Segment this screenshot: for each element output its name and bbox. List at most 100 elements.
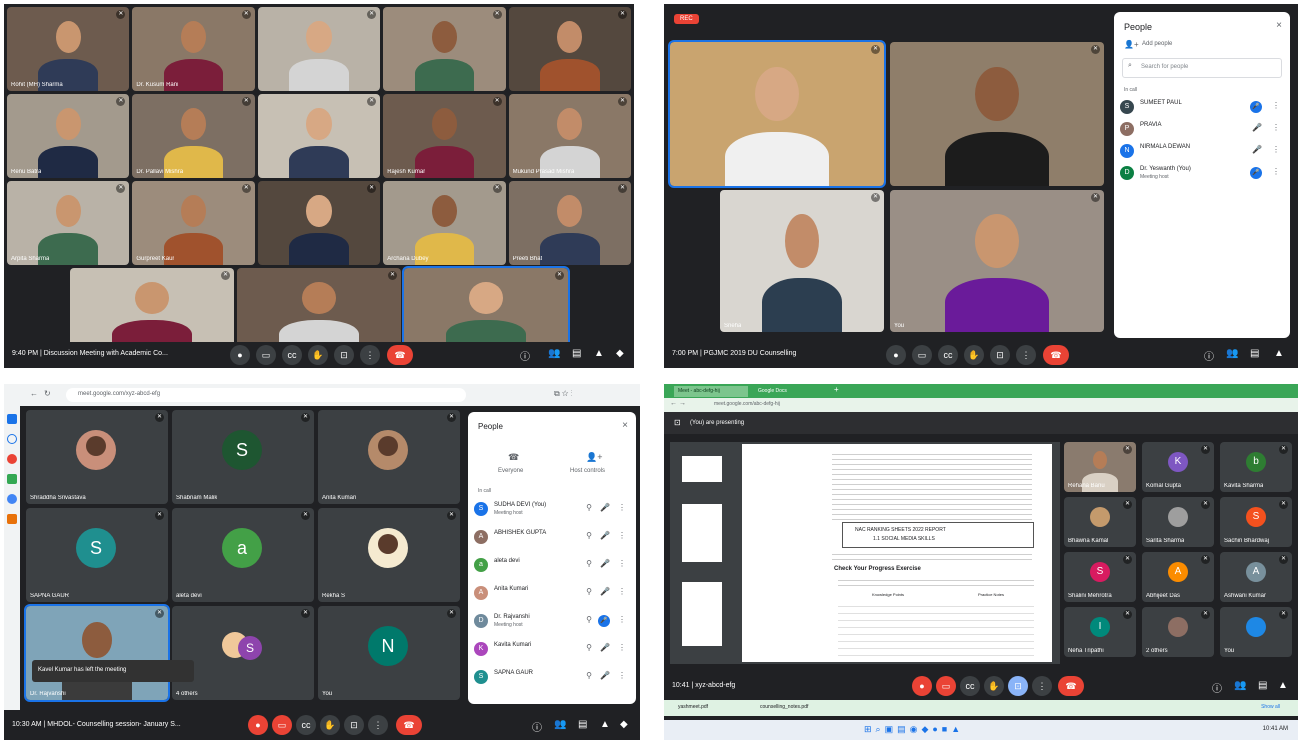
camera-button[interactable]: ▭: [256, 345, 276, 365]
participant-tile[interactable]: ✕Ira Arjun: [70, 268, 234, 352]
sidebar-app-icon[interactable]: [7, 454, 17, 464]
participant-tile[interactable]: ✕: [257, 7, 381, 91]
more-options-icon[interactable]: ⋮: [618, 643, 626, 652]
everyone-tab[interactable]: Everyone: [498, 468, 523, 474]
participant-tile[interactable]: ✕: [257, 181, 381, 265]
people-icon[interactable]: 👥: [1234, 680, 1246, 691]
camera-button[interactable]: ▭: [936, 676, 956, 696]
mic-icon[interactable]: 🎤: [1252, 123, 1262, 132]
info-icon[interactable]: ⓘ: [532, 719, 542, 734]
add-people-label[interactable]: Add people: [1142, 41, 1172, 47]
mic-icon[interactable]: 🎤: [1252, 145, 1262, 154]
participant-tile[interactable]: K ✕ Komal Gupta: [1142, 442, 1214, 492]
people-list-row[interactable]: K Kavita Kumari ⚲ 🎤 ⋮: [474, 640, 630, 660]
taskbar-icons[interactable]: ⊞⌕▣▤◉◆●■▲: [864, 724, 964, 735]
participant-tile[interactable]: ✕ Rohit (MH) Sharma: [7, 7, 130, 91]
participant-tile[interactable]: S ✕ Shalini Mehrotra: [1064, 552, 1136, 602]
people-list-row[interactable]: P PRAVIA 🎤 ⋮: [1120, 120, 1284, 140]
participant-tile[interactable]: S ✕ 4 others: [172, 606, 314, 700]
more-options-icon[interactable]: ⋮: [1272, 167, 1280, 176]
browser-tab[interactable]: Google Docs: [754, 386, 828, 397]
more-options-icon[interactable]: ⋮: [1272, 101, 1280, 110]
activities-icon[interactable]: ▲: [594, 348, 604, 359]
present-button[interactable]: ⊡: [1008, 676, 1028, 696]
participant-tile[interactable]: a ✕ aleta devi: [172, 508, 314, 602]
pin-icon[interactable]: ⚲: [586, 671, 592, 680]
people-list-row[interactable]: a aleta devi ⚲ 🎤 ⋮: [474, 556, 630, 576]
participant-tile[interactable]: ✕ Renu Batra: [7, 94, 130, 178]
participant-tile[interactable]: ✕: [890, 42, 1104, 186]
participant-tile[interactable]: ✕: [508, 7, 631, 91]
people-icon[interactable]: 👥: [1226, 348, 1238, 359]
more-options-icon[interactable]: ⋮: [1272, 123, 1280, 132]
show-all-button[interactable]: Show all: [1261, 704, 1280, 710]
add-people-icon[interactable]: 👤+: [1124, 40, 1139, 49]
end-call-button[interactable]: ☎: [1058, 676, 1084, 696]
camera-button[interactable]: ▭: [272, 715, 292, 735]
pin-icon[interactable]: ⚲: [586, 643, 592, 652]
mic-icon[interactable]: 🎤: [598, 615, 610, 627]
sidebar-app-icon[interactable]: [7, 474, 17, 484]
more-options-icon[interactable]: ⋮: [618, 559, 626, 568]
people-list-row[interactable]: S SUDHA DEVI (You) Meeting host ⚲ 🎤 ⋮: [474, 500, 630, 520]
participant-tile[interactable]: N ✕ You: [318, 606, 460, 700]
everyone-icon[interactable]: ☎: [508, 452, 519, 463]
people-list-row[interactable]: D Dr. Yeswanth (You) Meeting host 🎤 ⋮: [1120, 164, 1284, 184]
participant-tile[interactable]: ✕ Preeti Bhat: [508, 181, 631, 265]
back-icon[interactable]: ←: [30, 389, 38, 398]
mic-icon[interactable]: 🎤: [600, 671, 610, 680]
sidebar-app-icon[interactable]: [7, 414, 17, 424]
participant-tile[interactable]: ✕You: [1220, 607, 1292, 657]
more-options-icon[interactable]: ⋮: [618, 587, 626, 596]
people-icon[interactable]: 👥: [548, 348, 560, 359]
more-options-button[interactable]: ⋮: [360, 345, 380, 365]
participant-tile[interactable]: ✕ Sarita Sharma: [1142, 497, 1214, 547]
download-item[interactable]: counselling_notes.pdf: [760, 704, 808, 710]
captions-button[interactable]: cc: [282, 345, 302, 365]
more-options-icon[interactable]: ⋮: [618, 615, 626, 624]
people-icon[interactable]: 👥: [554, 719, 566, 730]
chat-icon[interactable]: ▤: [572, 348, 581, 359]
participant-tile[interactable]: ✕ Mukund Prasad Mishra: [508, 94, 631, 178]
participant-tile[interactable]: A ✕ Ashwani Kumar: [1220, 552, 1292, 602]
page-thumbnail[interactable]: [682, 456, 722, 482]
participant-tile[interactable]: Sneha ✕: [720, 190, 884, 332]
participant-tile[interactable]: ✕ Archana Dubey: [383, 181, 506, 265]
participant-tile[interactable]: ✕ Dr. Rajvanshi: [24, 604, 170, 702]
participant-tile[interactable]: ✕: [668, 40, 886, 188]
download-item[interactable]: yashmeet.pdf: [678, 704, 708, 710]
participant-tile[interactable]: ✕ Dr. Pallavi Mishra: [132, 94, 255, 178]
participant-tile[interactable]: ✕ Arpita Sharma: [7, 181, 130, 265]
raise-hand-button[interactable]: ✋: [964, 345, 984, 365]
search-people-field[interactable]: ⌕ Search for people: [1122, 58, 1282, 78]
pin-icon[interactable]: ⚲: [586, 531, 592, 540]
more-options-icon[interactable]: ⋮: [618, 671, 626, 680]
more-options-icon[interactable]: ⋮: [1272, 145, 1280, 154]
camera-button[interactable]: ▭: [912, 345, 932, 365]
extensions-icon[interactable]: ⧉ ☆ ⋮: [554, 389, 573, 399]
host-controls-icon[interactable]: 👤+: [586, 452, 602, 463]
participant-tile[interactable]: ✕ Shraddha Srivastava: [26, 410, 168, 504]
end-call-button[interactable]: ☎: [396, 715, 422, 735]
captions-button[interactable]: cc: [960, 676, 980, 696]
present-button[interactable]: ⊡: [334, 345, 354, 365]
chat-icon[interactable]: ▤: [1258, 680, 1267, 691]
raise-hand-button[interactable]: ✋: [984, 676, 1004, 696]
more-options-button[interactable]: ⋮: [1032, 676, 1052, 696]
pin-icon[interactable]: ⚲: [586, 559, 592, 568]
people-list-row[interactable]: D Dr. Rajvanshi Meeting host ⚲ 🎤 ⋮: [474, 612, 630, 632]
people-list-row[interactable]: S SUMEET PAUL 🎤 ⋮: [1120, 98, 1284, 118]
pin-icon[interactable]: ⚲: [586, 587, 592, 596]
participant-tile[interactable]: ✕ Rajesh Kumar: [383, 94, 506, 178]
participant-tile[interactable]: ✕ Rehana Banu: [1064, 442, 1136, 492]
sidebar-app-icon[interactable]: [7, 514, 17, 524]
new-tab-icon[interactable]: +: [834, 385, 839, 394]
mic-button[interactable]: ●: [886, 345, 906, 365]
chat-icon[interactable]: ▤: [1250, 348, 1259, 359]
mic-icon[interactable]: 🎤: [600, 531, 610, 540]
mic-icon[interactable]: 🎤: [600, 643, 610, 652]
participant-tile[interactable]: ✕ Bhawna Kamal: [1064, 497, 1136, 547]
participant-tile[interactable]: ✕You: [402, 266, 570, 354]
participant-tile[interactable]: ✕: [383, 7, 506, 91]
present-button[interactable]: ⊡: [344, 715, 364, 735]
